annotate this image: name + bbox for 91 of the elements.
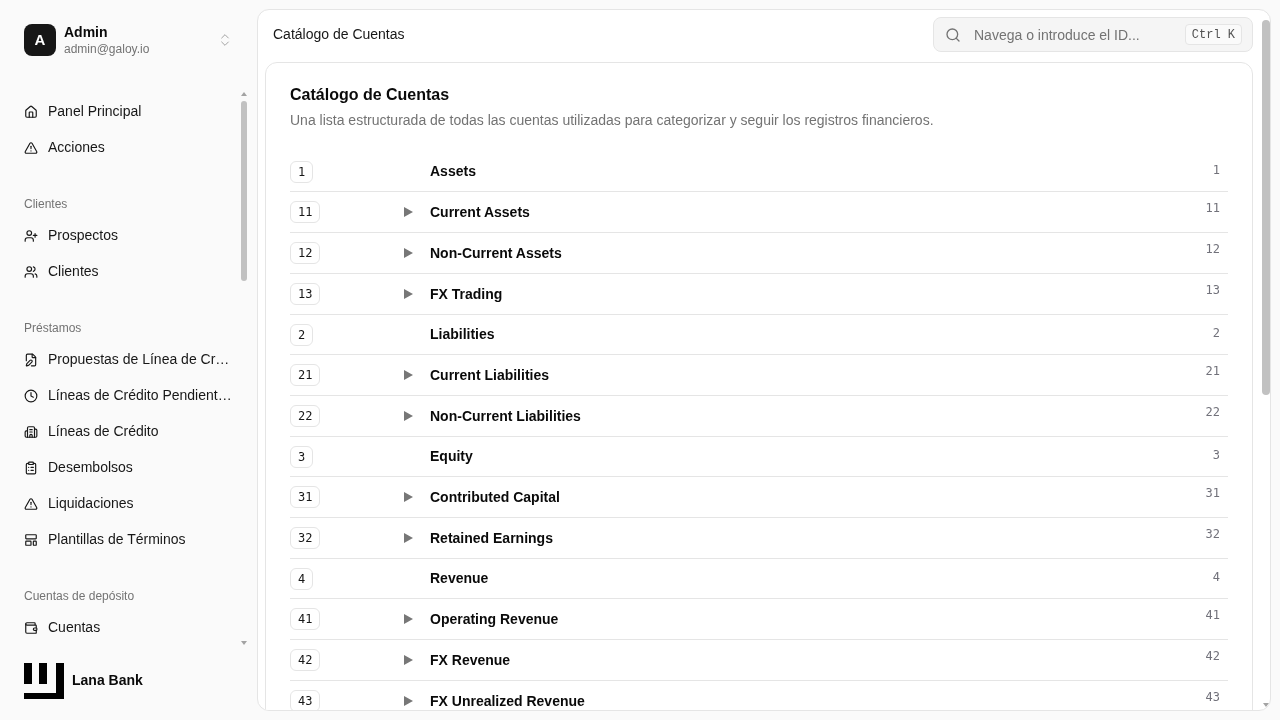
brand-name: Lana Bank (72, 671, 143, 690)
nav-item[interactable]: Líneas de Crédito (24, 413, 239, 450)
avatar: A (24, 24, 56, 57)
code-badge: 42 (290, 649, 321, 671)
code-badge: 4 (290, 567, 314, 590)
caret-right-icon[interactable] (404, 207, 413, 217)
account-code-label: 21 (1205, 363, 1220, 379)
scroll-up-arrow-icon[interactable] (240, 91, 247, 96)
section-label: Cuentas de depósito (24, 587, 136, 605)
nav-item[interactable]: Líneas de Crédito Pendient… (24, 377, 239, 414)
scroll-down-arrow-icon[interactable] (1263, 703, 1269, 707)
building-icon (24, 424, 38, 439)
users-icon (24, 264, 38, 279)
scrollbar-thumb[interactable] (240, 100, 247, 281)
nav-item[interactable]: Desembolsos (24, 449, 239, 486)
account-name: Liabilities (430, 325, 496, 344)
user-plus-icon (24, 228, 38, 243)
page-title: Catálogo de Cuentas (272, 25, 406, 44)
account-code-label: 3 (1212, 447, 1220, 463)
home-icon (24, 104, 38, 119)
code-badge: 32 (290, 527, 321, 549)
code-badge: 2 (290, 323, 314, 346)
code-badge: 41 (290, 608, 321, 630)
account-name: Equity (430, 447, 474, 466)
account-code-label: 41 (1205, 607, 1220, 623)
caret-right-icon[interactable] (404, 533, 413, 543)
account-code-label: 43 (1205, 689, 1220, 705)
account-name: FX Trading (430, 284, 504, 304)
code-badge: 22 (290, 405, 321, 427)
caret-right-icon[interactable] (404, 655, 413, 665)
account-code-label: 22 (1205, 404, 1220, 420)
account-code-label: 13 (1205, 282, 1220, 298)
account-code-label: 42 (1205, 648, 1220, 664)
nav-item[interactable]: Cuentas (24, 609, 239, 646)
code-badge: 3 (290, 445, 314, 468)
search-icon (945, 27, 961, 43)
code-badge: 21 (290, 364, 321, 386)
warning-icon (24, 496, 38, 511)
account-code-label: 1 (1212, 162, 1220, 178)
caret-right-icon[interactable] (404, 248, 413, 258)
account-name: Operating Revenue (430, 609, 560, 629)
account-code-label: 31 (1205, 485, 1220, 501)
caret-right-icon[interactable] (404, 370, 413, 380)
account-name: Revenue (430, 569, 490, 588)
clock-icon (24, 388, 38, 403)
layout-icon (24, 532, 38, 547)
code-badge: 31 (290, 486, 321, 508)
nav-item[interactable]: Liquidaciones (24, 485, 239, 522)
account-code-label: 11 (1205, 200, 1220, 216)
nav-item[interactable]: Clientes (24, 253, 239, 290)
logo-icon (24, 662, 64, 699)
account-name: FX Unrealized Revenue (430, 691, 586, 710)
nav-item[interactable]: Plantillas de Términos (24, 521, 239, 558)
account-name: Current Liabilities (430, 365, 551, 385)
caret-right-icon[interactable] (404, 614, 413, 624)
scroll-down-arrow-icon[interactable] (240, 640, 247, 645)
card-title: Catálogo de Cuentas (290, 85, 451, 105)
code-badge: 12 (290, 242, 321, 264)
account-name: Current Assets (430, 202, 531, 222)
account-name: Non-Current Assets (430, 243, 563, 263)
user-email: admin@galoy.io (64, 41, 151, 57)
account-name: Non-Current Liabilities (430, 406, 582, 426)
code-badge: 13 (290, 283, 321, 305)
nav-item[interactable]: Prospectos (24, 217, 239, 254)
account-code-label: 2 (1212, 325, 1220, 341)
card-description: Una lista estructurada de todas las cuentas utilizadas para categorizar y seguir los registros financieros. (290, 111, 935, 130)
scrollbar-thumb[interactable] (1262, 20, 1270, 395)
warning-icon (24, 140, 38, 155)
account-code-label: 12 (1205, 241, 1220, 257)
code-badge: 1 (290, 160, 314, 183)
nav-item[interactable]: Acciones (24, 129, 239, 166)
nav-item[interactable]: Panel Principal (24, 93, 239, 130)
account-code-label: 32 (1205, 526, 1220, 542)
account-code-label: 4 (1212, 569, 1220, 585)
shortcut-key: Ctrl K (1184, 24, 1242, 45)
account-name: FX Revenue (430, 650, 512, 670)
file-pen-icon (24, 352, 38, 367)
wallet-icon (24, 620, 38, 635)
account-name: Assets (430, 162, 477, 181)
clipboard-list-icon (24, 460, 38, 475)
caret-right-icon[interactable] (404, 289, 413, 299)
caret-right-icon[interactable] (404, 492, 413, 502)
section-label: Clientes (24, 195, 69, 213)
caret-right-icon[interactable] (404, 696, 413, 706)
user-name: Admin (64, 24, 109, 42)
nav-item[interactable]: Propuestas de Línea de Cr… (24, 341, 239, 378)
account-name: Contributed Capital (430, 487, 561, 507)
caret-right-icon[interactable] (404, 411, 413, 421)
account-name: Retained Earnings (430, 528, 554, 548)
code-badge: 11 (290, 201, 321, 223)
section-label: Préstamos (24, 319, 83, 337)
